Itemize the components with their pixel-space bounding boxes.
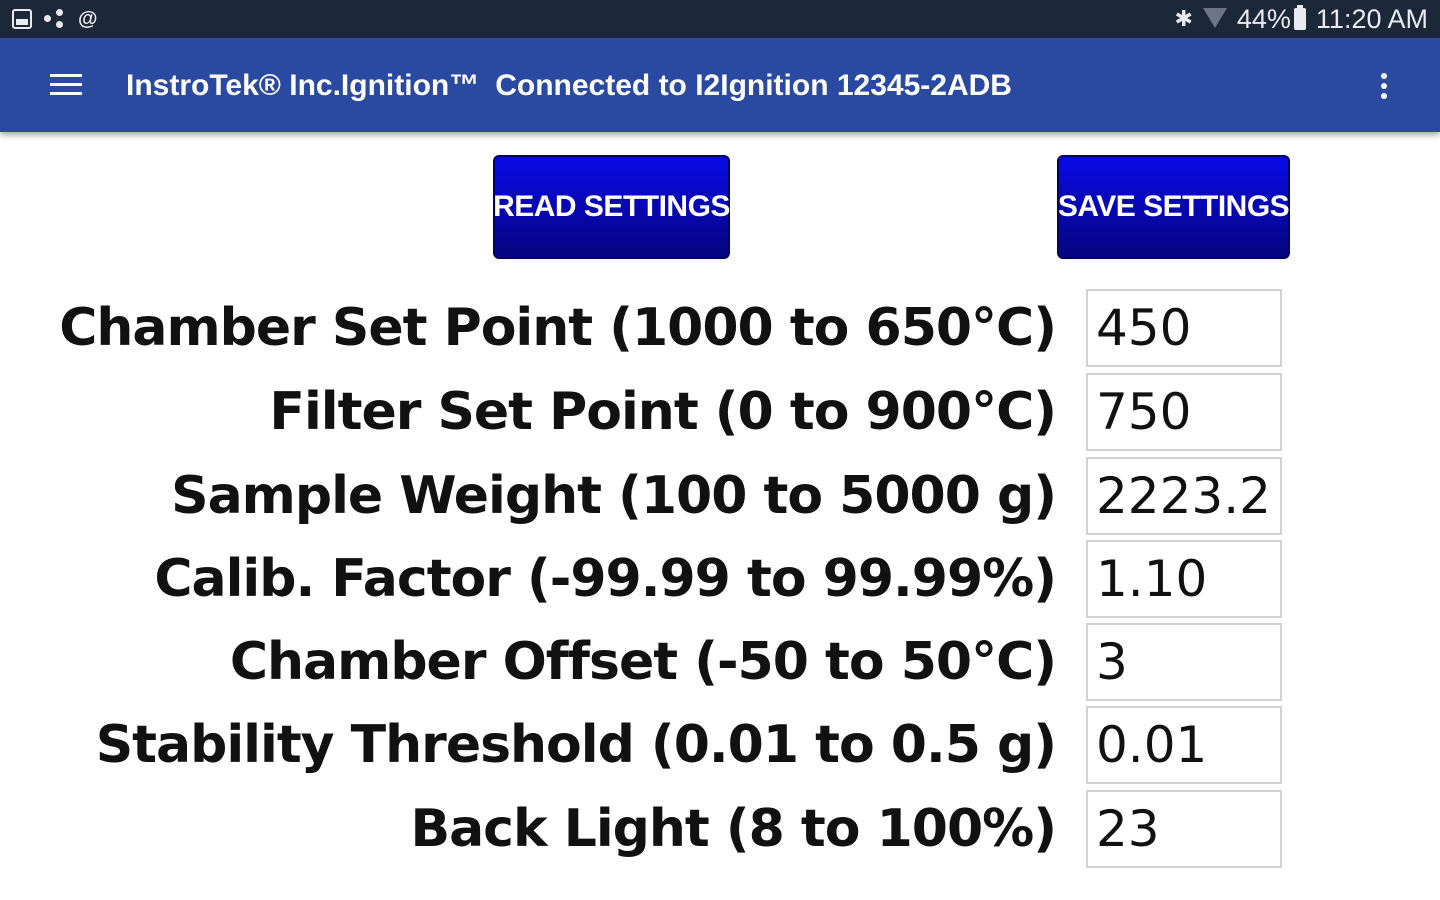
sample-weight-field[interactable] [1086,457,1282,535]
clock: 11:20 AM [1315,3,1428,34]
bluetooth-icon: ✱ [1174,6,1193,31]
status-bar: @ ✱ 44% 11:20 AM [0,0,1440,38]
app-name: InstroTek® Inc.Ignition™ [126,69,480,102]
setting-row-calib-factor: Calib. Factor (-99.99 to 99.99%) [0,540,1440,618]
back-light-field[interactable] [1086,790,1282,868]
status-right: ✱ 44% 11:20 AM [1174,4,1428,34]
battery-icon [1293,5,1306,30]
setting-label: Sample Weight (100 to 5000 g) [171,466,1057,526]
gallery-icon [12,9,32,29]
chamber-set-point-field[interactable] [1086,289,1282,367]
at-icon: @ [78,8,98,30]
setting-row-sample-weight: Sample Weight (100 to 5000 g) [0,457,1440,535]
app-title: InstroTek® Inc.Ignition™ Connected to I2I… [126,66,1012,106]
share-icon [44,9,66,29]
setting-label: Chamber Offset (-50 to 50°C) [229,632,1057,692]
app-bar: InstroTek® Inc.Ignition™ Connected to I2I… [0,38,1440,132]
setting-row-chamber-set-point: Chamber Set Point (1000 to 650°C) [0,289,1440,367]
setting-label: Back Light (8 to 100%) [410,799,1057,859]
calib-factor-field[interactable] [1086,540,1282,618]
wifi-icon [1202,8,1227,30]
menu-icon[interactable] [50,74,84,98]
setting-label: Chamber Set Point (1000 to 650°C) [59,298,1057,358]
battery-percent: 44% [1236,3,1291,34]
stability-threshold-field[interactable] [1086,706,1282,784]
read-settings-button[interactable]: READ SETTINGS [493,155,730,259]
filter-set-point-field[interactable] [1086,373,1282,451]
battery-indicator: 44% [1237,4,1306,35]
connection-status: Connected to I2Ignition 12345-2ADB [495,69,1012,102]
setting-row-chamber-offset: Chamber Offset (-50 to 50°C) [0,623,1440,701]
overflow-menu-icon[interactable] [1372,68,1396,104]
chamber-offset-field[interactable] [1086,623,1282,701]
setting-label: Filter Set Point (0 to 900°C) [269,382,1057,442]
save-settings-button[interactable]: SAVE SETTINGS [1057,155,1290,259]
setting-row-stability-threshold: Stability Threshold (0.01 to 0.5 g) [0,706,1440,784]
status-left-icons: @ [12,8,98,30]
setting-row-filter-set-point: Filter Set Point (0 to 900°C) [0,373,1440,451]
setting-label: Calib. Factor (-99.99 to 99.99%) [154,549,1057,609]
setting-label: Stability Threshold (0.01 to 0.5 g) [95,715,1057,775]
setting-row-back-light: Back Light (8 to 100%) [0,790,1440,868]
